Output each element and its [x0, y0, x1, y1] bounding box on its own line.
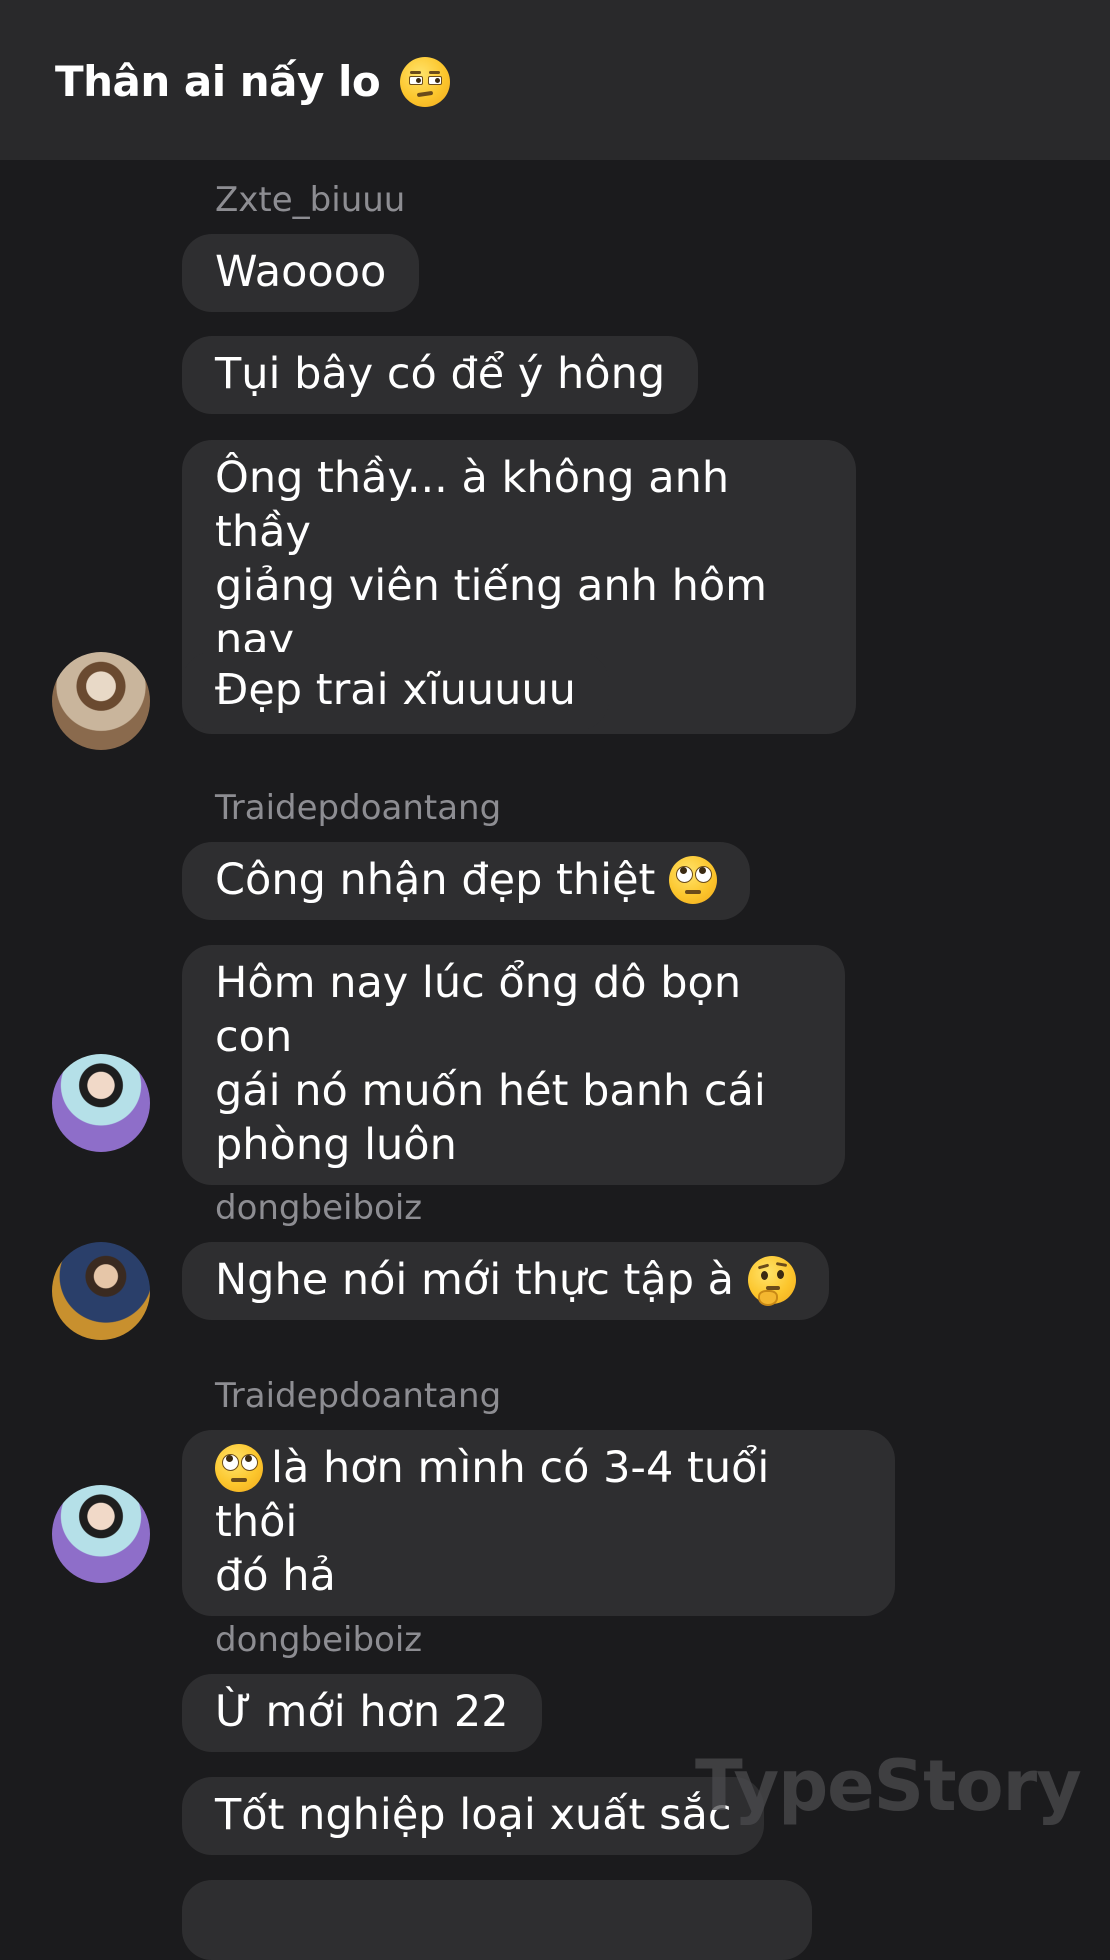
- message-bubble[interactable]: Tụi bây có để ý hông: [182, 336, 699, 414]
- message-bubble[interactable]: Đẹp trai xĩuuuuu: [182, 652, 609, 730]
- avatar[interactable]: [52, 1485, 150, 1583]
- thinking-face-icon: [747, 1255, 796, 1306]
- message-line: gái nó muốn hét banh cái: [215, 1066, 766, 1116]
- rolling-eyes-face-icon: [669, 855, 718, 904]
- sender-name: dongbeiboiz: [215, 1188, 423, 1228]
- message-bubble[interactable]: Ừ mới hơn 22: [182, 1674, 542, 1752]
- message-line: đó hả: [215, 1551, 336, 1601]
- watermark: TypeStory: [695, 1745, 1082, 1827]
- sender-name: Traidepdoantang: [215, 788, 502, 828]
- avatar[interactable]: [52, 1054, 150, 1152]
- message-line: phòng luôn: [215, 1120, 457, 1170]
- message-bubble[interactable]: Công nhận đẹp thiệt: [182, 842, 751, 920]
- sender-name: Traidepdoantang: [215, 1376, 502, 1416]
- message-line: Ông thầy... à không anh thầy: [215, 453, 730, 557]
- message-bubble[interactable]: là hơn mình có 3-4 tuổi thôi đó hả: [182, 1430, 895, 1616]
- message-text: Công nhận đẹp thiệt: [215, 855, 656, 905]
- message-bubble[interactable]: Waoooo: [182, 234, 420, 312]
- chat-title-text: Thân ai nấy lo: [55, 57, 381, 106]
- rolling-eyes-face-icon: [215, 1443, 263, 1492]
- avatar[interactable]: [52, 1242, 150, 1340]
- message-line: giảng viên tiếng anh hôm nay: [215, 561, 768, 665]
- chat-header: Thân ai nấy lo: [0, 0, 1110, 160]
- message-bubble-partial[interactable]: [182, 1880, 812, 1960]
- message-bubble[interactable]: Hôm nay lúc ổng dô bọn con gái nó muốn h…: [182, 945, 845, 1185]
- unamused-face-icon: [400, 56, 451, 107]
- sender-name: Zxte_biuuu: [215, 180, 406, 220]
- message-text: Nghe nói mới thực tập à: [215, 1255, 735, 1305]
- chat-title[interactable]: Thân ai nấy lo: [55, 52, 451, 112]
- message-bubble[interactable]: Nghe nói mới thực tập à: [182, 1242, 829, 1320]
- avatar[interactable]: [52, 652, 150, 750]
- message-line: là hơn mình có 3-4 tuổi thôi: [215, 1441, 862, 1549]
- message-bubble[interactable]: Tốt nghiệp loại xuất sắc: [182, 1777, 765, 1855]
- sender-name: dongbeiboiz: [215, 1620, 423, 1660]
- message-text: là hơn mình có 3-4 tuổi thôi: [215, 1443, 770, 1547]
- message-line: Hôm nay lúc ổng dô bọn con: [215, 958, 742, 1062]
